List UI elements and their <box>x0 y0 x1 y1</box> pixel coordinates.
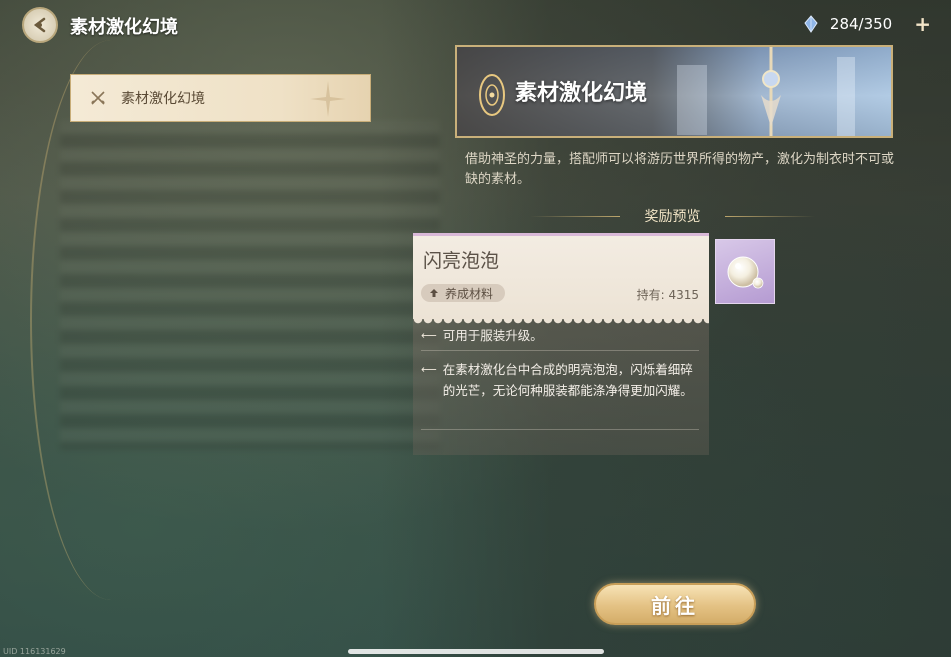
back-button[interactable] <box>22 7 58 43</box>
bullet-arrow-icon: ⟵ <box>421 329 437 342</box>
realm-emblem-icon <box>479 74 505 116</box>
reward-preview-heading: 奖励预览 <box>530 206 815 226</box>
banner-tower <box>677 65 707 135</box>
item-category-badge: 养成材料 <box>421 284 506 302</box>
heading-divider <box>530 216 620 217</box>
item-category-label: 养成材料 <box>445 286 494 301</box>
divider <box>421 429 699 430</box>
realm-banner: 素材激化幻境 <box>455 45 893 138</box>
stamina-value: 284/350 <box>829 15 893 33</box>
upgrade-arrow-icon <box>430 289 438 297</box>
crystal-staff-icon <box>761 47 781 136</box>
go-button[interactable]: 前往 <box>594 583 756 625</box>
bullet-arrow-icon: ⟵ <box>421 363 437 376</box>
owned-count: 持有: 4315 <box>636 288 699 302</box>
divider <box>421 350 699 351</box>
go-button-label: 前往 <box>651 593 699 618</box>
add-stamina-button[interactable]: + <box>914 12 931 36</box>
sidebar-item-material-realm[interactable]: 素材激化幻境 <box>70 74 371 122</box>
heading-divider <box>725 216 815 217</box>
crossed-swords-icon <box>91 91 105 105</box>
reward-preview-label: 奖励预览 <box>644 209 701 225</box>
item-lore-text: 在素材激化台中合成的明亮泡泡，闪烁着细碎的光芒，无论何种服装都能涤净得更加闪耀。 <box>442 362 693 398</box>
realm-description: 借助神圣的力量，搭配师可以将游历世界所得的物产，激化为制衣时不可或缺的素材。 <box>465 152 895 187</box>
bubble-icon <box>727 256 764 288</box>
page-title: 素材激化幻境 <box>70 17 178 38</box>
item-detail-card: 闪亮泡泡 养成材料 持有: 4315 ⟵ 可用于服装升级。 ⟵ 在素材激化台中合… <box>413 233 709 455</box>
item-lore: ⟵ 在素材激化台中合成的明亮泡泡，闪烁着细碎的光芒，无论何种服装都能涤净得更加闪… <box>421 359 699 401</box>
decorative-arc <box>30 40 192 600</box>
sidebar-item-label: 素材激化幻境 <box>121 91 205 107</box>
back-arrow-icon <box>33 17 46 33</box>
stamina-crystal-icon <box>804 15 818 33</box>
item-card-header: 闪亮泡泡 养成材料 持有: 4315 <box>413 233 709 325</box>
user-id: UID 116131629 <box>3 647 66 656</box>
reward-item-slot[interactable] <box>715 239 775 304</box>
item-effect: ⟵ 可用于服装升级。 <box>421 325 699 346</box>
banner-title: 素材激化幻境 <box>515 81 648 106</box>
item-effect-text: 可用于服装升级。 <box>442 328 543 343</box>
star-ornament-icon <box>310 81 346 117</box>
stamina-counter: 284/350 + <box>802 12 931 36</box>
home-indicator[interactable] <box>348 649 604 654</box>
item-name: 闪亮泡泡 <box>423 250 500 272</box>
banner-tower <box>837 57 855 136</box>
